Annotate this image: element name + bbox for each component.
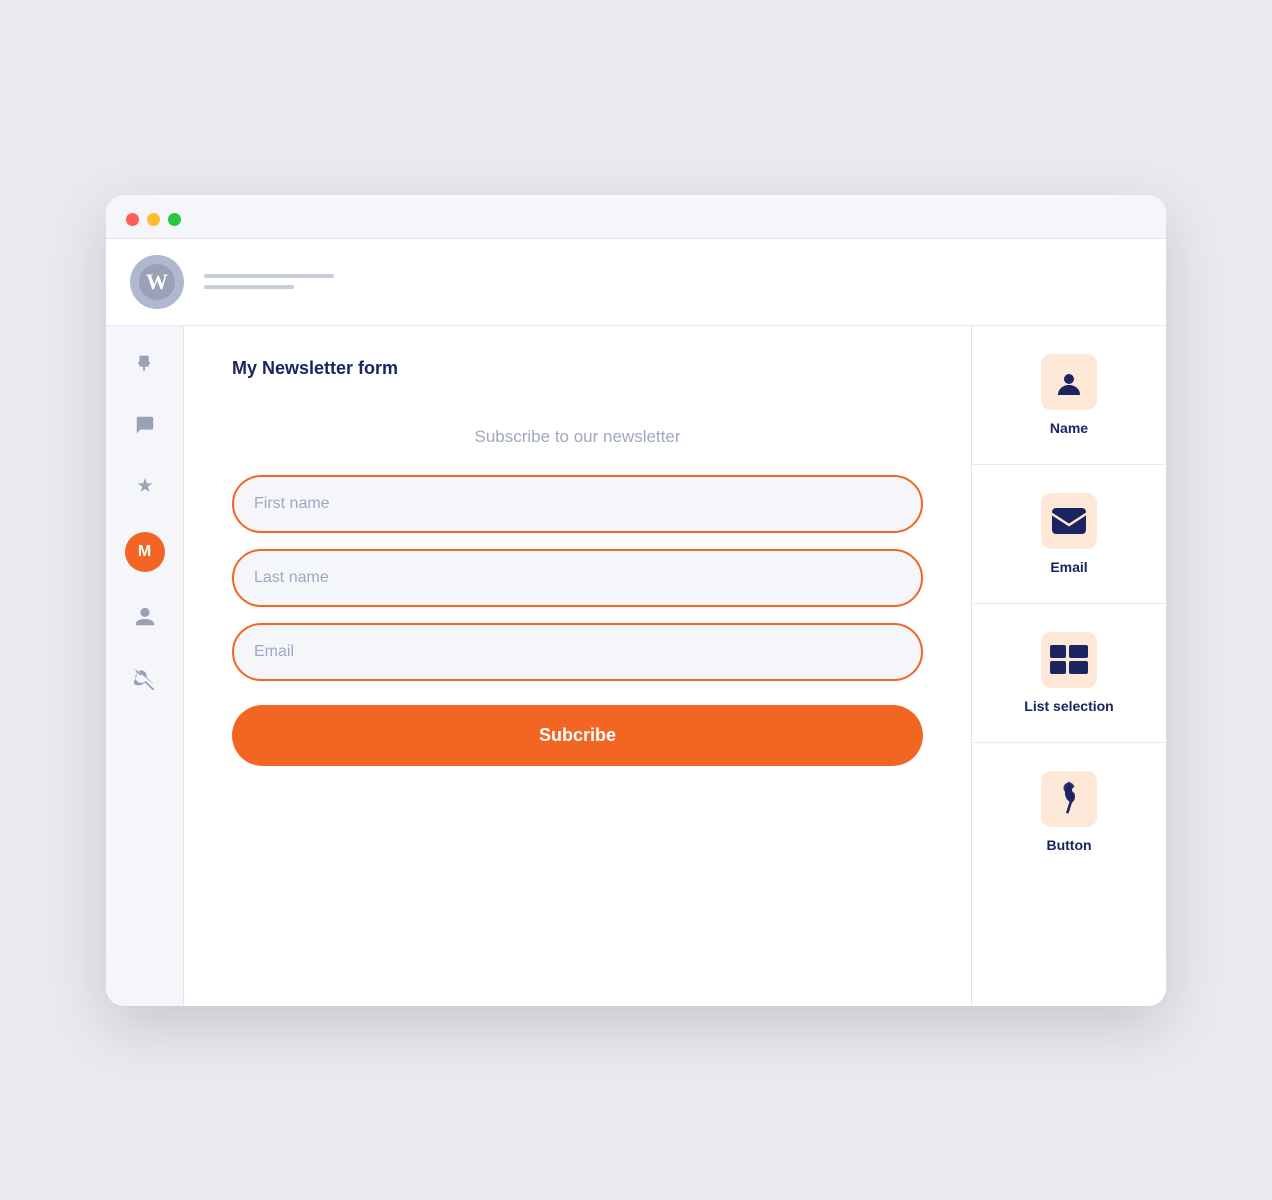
header-line-1 — [204, 274, 334, 278]
list-selection-item[interactable]: List selection — [972, 604, 1166, 743]
close-button[interactable] — [126, 213, 139, 226]
thumbtack-icon[interactable] — [128, 470, 162, 504]
header: W — [106, 239, 1166, 326]
avatar-initials: M — [138, 543, 151, 561]
button-item[interactable]: Button — [972, 743, 1166, 881]
form-title: My Newsletter form — [232, 358, 923, 379]
wp-logo: W — [130, 255, 184, 309]
list-icon — [1041, 632, 1097, 688]
content-area: My Newsletter form Subscribe to our news… — [184, 326, 971, 1006]
newsletter-subtitle: Subscribe to our newsletter — [232, 427, 923, 447]
main-area: M My Newsletter form Subscribe to our ne… — [106, 326, 1166, 1006]
user-avatar[interactable]: M — [125, 532, 165, 572]
email-item[interactable]: Email — [972, 465, 1166, 604]
pin-icon[interactable] — [128, 346, 162, 380]
email-icon — [1041, 493, 1097, 549]
email-label: Email — [1050, 559, 1087, 575]
name-icon: 😊 — [1041, 354, 1097, 410]
subscribe-button[interactable]: Subcribe — [232, 705, 923, 766]
list-selection-label: List selection — [1024, 698, 1113, 714]
traffic-lights — [126, 213, 181, 226]
name-item[interactable]: 😊 Name — [972, 326, 1166, 465]
maximize-button[interactable] — [168, 213, 181, 226]
first-name-input[interactable] — [232, 475, 923, 533]
button-icon — [1041, 771, 1097, 827]
left-sidebar: M — [106, 326, 184, 1006]
title-bar — [106, 195, 1166, 239]
name-label: Name — [1050, 420, 1088, 436]
last-name-input[interactable] — [232, 549, 923, 607]
button-label: Button — [1046, 837, 1091, 853]
right-sidebar: 😊 Name Email List selection Button — [971, 326, 1166, 1006]
header-lines — [204, 274, 334, 289]
comment-icon[interactable] — [128, 408, 162, 442]
minimize-button[interactable] — [147, 213, 160, 226]
browser-window: W — [106, 195, 1166, 1006]
email-input[interactable] — [232, 623, 923, 681]
svg-text:W: W — [146, 269, 168, 294]
header-line-2 — [204, 285, 294, 289]
person-icon[interactable] — [128, 600, 162, 634]
wrench-icon[interactable] — [128, 662, 162, 696]
